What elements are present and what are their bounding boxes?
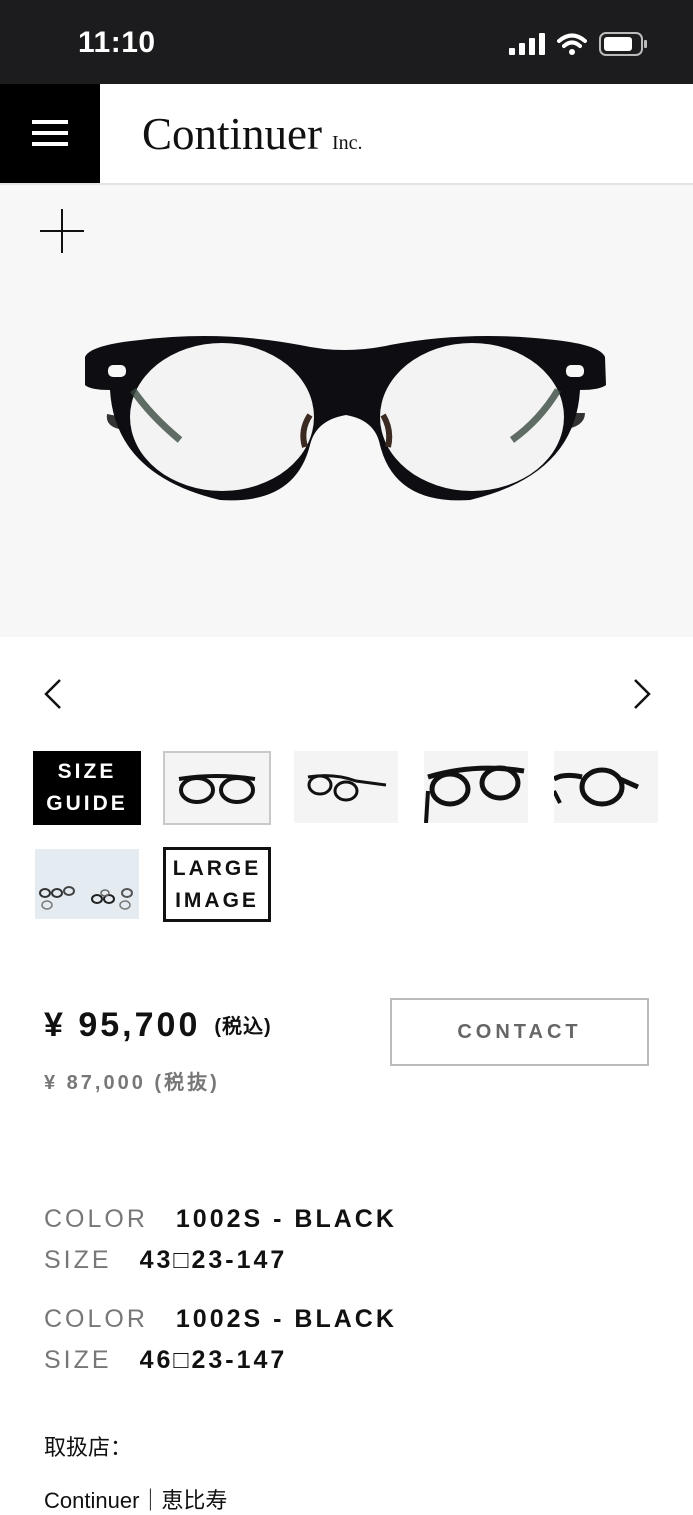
size-guide-button[interactable]: SIZE GUIDE bbox=[33, 751, 141, 825]
battery-icon bbox=[599, 32, 647, 56]
glasses-thumbnail bbox=[424, 765, 525, 823]
status-time: 11:10 bbox=[78, 26, 156, 59]
previous-arrow-icon[interactable] bbox=[36, 676, 72, 712]
spec-size-key: SIZE bbox=[44, 1346, 112, 1374]
thumbnail-angle[interactable] bbox=[294, 751, 398, 823]
next-arrow-icon[interactable] bbox=[623, 676, 659, 712]
spec-color-value: 1002S - BLACK bbox=[175, 1305, 397, 1333]
shop-link[interactable]: Continuer｜恵比寿 bbox=[44, 1483, 227, 1515]
status-icons bbox=[509, 32, 647, 56]
menu-button[interactable] bbox=[0, 84, 100, 183]
signal-icon bbox=[509, 33, 545, 55]
hamburger-icon-line bbox=[32, 131, 68, 135]
large-image-line1: LARGE bbox=[172, 857, 262, 880]
logo-text: Continuer bbox=[142, 109, 322, 159]
spec-color-1: COLOR 1002S - BLACK bbox=[44, 1205, 397, 1234]
glasses-thumbnail bbox=[178, 774, 256, 804]
spec-color-2: COLOR 1002S - BLACK bbox=[44, 1305, 397, 1334]
large-image-line2: IMAGE bbox=[175, 889, 259, 912]
spec-size-key: SIZE bbox=[44, 1246, 112, 1274]
logo-suffix: Inc. bbox=[331, 132, 363, 154]
thumbnail-collection[interactable] bbox=[35, 849, 139, 919]
zoom-plus-icon[interactable] bbox=[38, 207, 86, 255]
glasses-thumbnail bbox=[554, 767, 640, 807]
price-tax-included: ¥ 95,700 (税込) bbox=[44, 1006, 272, 1045]
product-main-image[interactable] bbox=[0, 185, 693, 637]
hamburger-icon-line bbox=[32, 142, 68, 146]
shop-label: 取扱店： bbox=[44, 1435, 133, 1460]
price-value: ¥ 95,700 bbox=[44, 1006, 201, 1044]
spec-color-key: COLOR bbox=[44, 1305, 148, 1333]
tax-included-label: (税込) bbox=[214, 1016, 272, 1038]
spec-size-value: 46□23-147 bbox=[139, 1346, 288, 1374]
spec-size-2: SIZE 46□23-147 bbox=[44, 1346, 287, 1375]
wifi-icon bbox=[557, 33, 587, 55]
status-bar: 11:10 bbox=[0, 0, 693, 84]
collection-thumbnail bbox=[39, 886, 133, 910]
thumbnail-side-left[interactable] bbox=[554, 751, 658, 823]
size-guide-line1: SIZE bbox=[57, 760, 117, 783]
site-header: Continuer Inc. bbox=[0, 84, 693, 185]
glasses-thumbnail bbox=[307, 774, 387, 802]
spec-size-value: 43□23-147 bbox=[139, 1246, 288, 1274]
large-image-button[interactable]: LARGE IMAGE bbox=[163, 847, 271, 922]
spec-size-1: SIZE 43□23-147 bbox=[44, 1246, 287, 1275]
thumbnail-side-right[interactable] bbox=[424, 751, 528, 823]
spec-color-key: COLOR bbox=[44, 1205, 148, 1233]
contact-button[interactable]: CONTACT bbox=[390, 998, 649, 1066]
glasses-image bbox=[85, 336, 606, 501]
spec-color-value: 1002S - BLACK bbox=[175, 1205, 397, 1233]
size-guide-line2: GUIDE bbox=[46, 792, 128, 815]
thumbnail-front[interactable] bbox=[163, 751, 271, 825]
price-tax-excluded: ¥ 87,000 (税抜) bbox=[44, 1072, 220, 1094]
hamburger-icon bbox=[32, 120, 68, 124]
site-logo[interactable]: Continuer Inc. bbox=[142, 108, 363, 160]
